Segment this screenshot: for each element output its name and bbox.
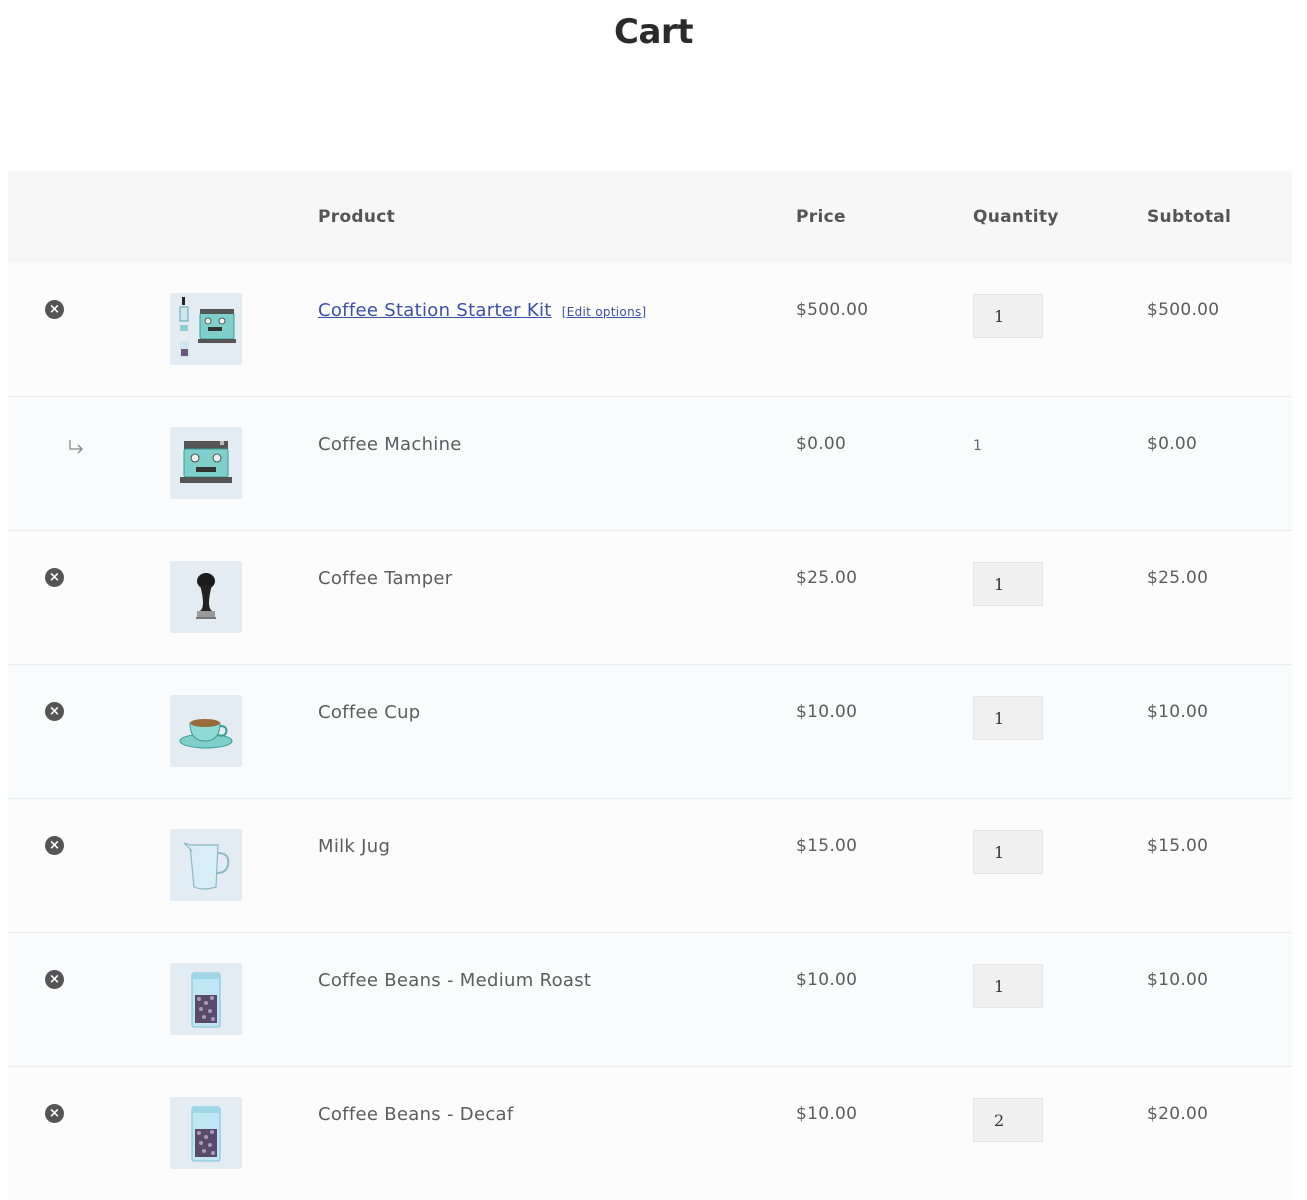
- coffee-beans-bag-icon[interactable]: [170, 963, 242, 1035]
- product-name[interactable]: Coffee Beans - Medium Roast: [318, 970, 591, 991]
- coffee-machine-icon[interactable]: [170, 427, 242, 499]
- column-header-quantity: Quantity: [973, 207, 1059, 227]
- cart-row-beans-medium: × Coffee Beans - Medium Roast $10.00 $10…: [8, 933, 1292, 1067]
- product-price: $25.00: [796, 568, 858, 588]
- quantity-value: 1: [973, 438, 982, 454]
- column-header-product: Product: [318, 207, 396, 227]
- coffee-cup-icon[interactable]: [170, 695, 242, 767]
- table-header: Product Price Quantity Subtotal: [8, 171, 1292, 263]
- cart-row-beans-decaf: × Coffee Beans - Decaf $10.00 $20.00: [8, 1067, 1292, 1200]
- remove-item-button[interactable]: ×: [45, 836, 64, 855]
- product-price: $10.00: [796, 1104, 858, 1124]
- product-subtotal: $20.00: [1147, 1104, 1209, 1124]
- product-price: $0.00: [796, 434, 847, 454]
- cart-row-coffee-cup: × Coffee Cup $10.00 $10.00: [8, 665, 1292, 799]
- product-name[interactable]: Coffee Tamper: [318, 568, 453, 589]
- product-name[interactable]: Coffee Beans - Decaf: [318, 1104, 514, 1125]
- milk-jug-icon[interactable]: [170, 829, 242, 901]
- page-title: Cart: [614, 12, 693, 52]
- remove-item-button[interactable]: ×: [45, 1104, 64, 1123]
- product-price: $15.00: [796, 836, 858, 856]
- cart-page: Cart Product Price Quantity Subtotal × C…: [0, 0, 1307, 1200]
- product-link[interactable]: Coffee Station Starter Kit: [318, 300, 552, 321]
- remove-item-button[interactable]: ×: [45, 702, 64, 721]
- product-price: $10.00: [796, 702, 858, 722]
- quantity-input[interactable]: [973, 696, 1043, 740]
- cart-row-coffee-machine: Coffee Machine $0.00 1 $0.00: [8, 397, 1292, 531]
- quantity-input[interactable]: [973, 294, 1043, 338]
- tamper-icon[interactable]: [170, 561, 242, 633]
- product-subtotal: $0.00: [1147, 434, 1198, 454]
- remove-item-button[interactable]: ×: [45, 568, 64, 587]
- cart-table: Product Price Quantity Subtotal × Coffee…: [8, 171, 1292, 1200]
- product-subtotal: $25.00: [1147, 568, 1209, 588]
- column-header-price: Price: [796, 207, 846, 227]
- cart-row-starter-kit: × Coffee Station Starter Kit [Edit optio…: [8, 263, 1292, 397]
- column-header-subtotal: Subtotal: [1147, 207, 1232, 227]
- cart-row-coffee-tamper: × Coffee Tamper $25.00 $25.00: [8, 531, 1292, 665]
- quantity-input[interactable]: [973, 1098, 1043, 1142]
- remove-item-button[interactable]: ×: [45, 970, 64, 989]
- product-name[interactable]: Milk Jug: [318, 836, 390, 857]
- product-subtotal: $10.00: [1147, 970, 1209, 990]
- remove-item-button[interactable]: ×: [45, 300, 64, 319]
- product-price: $500.00: [796, 300, 869, 320]
- quantity-input[interactable]: [973, 964, 1043, 1008]
- product-price: $10.00: [796, 970, 858, 990]
- cart-row-milk-jug: × Milk Jug $15.00 $15.00: [8, 799, 1292, 933]
- product-subtotal: $10.00: [1147, 702, 1209, 722]
- product-name[interactable]: Coffee Cup: [318, 702, 421, 723]
- child-arrow-icon: [69, 440, 83, 454]
- product-name: Coffee Station Starter Kit [Edit options…: [318, 300, 647, 321]
- product-subtotal: $500.00: [1147, 300, 1220, 320]
- starter-kit-icon[interactable]: [170, 293, 242, 365]
- quantity-input[interactable]: [973, 830, 1043, 874]
- edit-options-link[interactable]: [Edit options]: [562, 305, 647, 319]
- coffee-beans-bag-icon[interactable]: [170, 1097, 242, 1169]
- product-name[interactable]: Coffee Machine: [318, 434, 462, 455]
- product-subtotal: $15.00: [1147, 836, 1209, 856]
- quantity-input[interactable]: [973, 562, 1043, 606]
